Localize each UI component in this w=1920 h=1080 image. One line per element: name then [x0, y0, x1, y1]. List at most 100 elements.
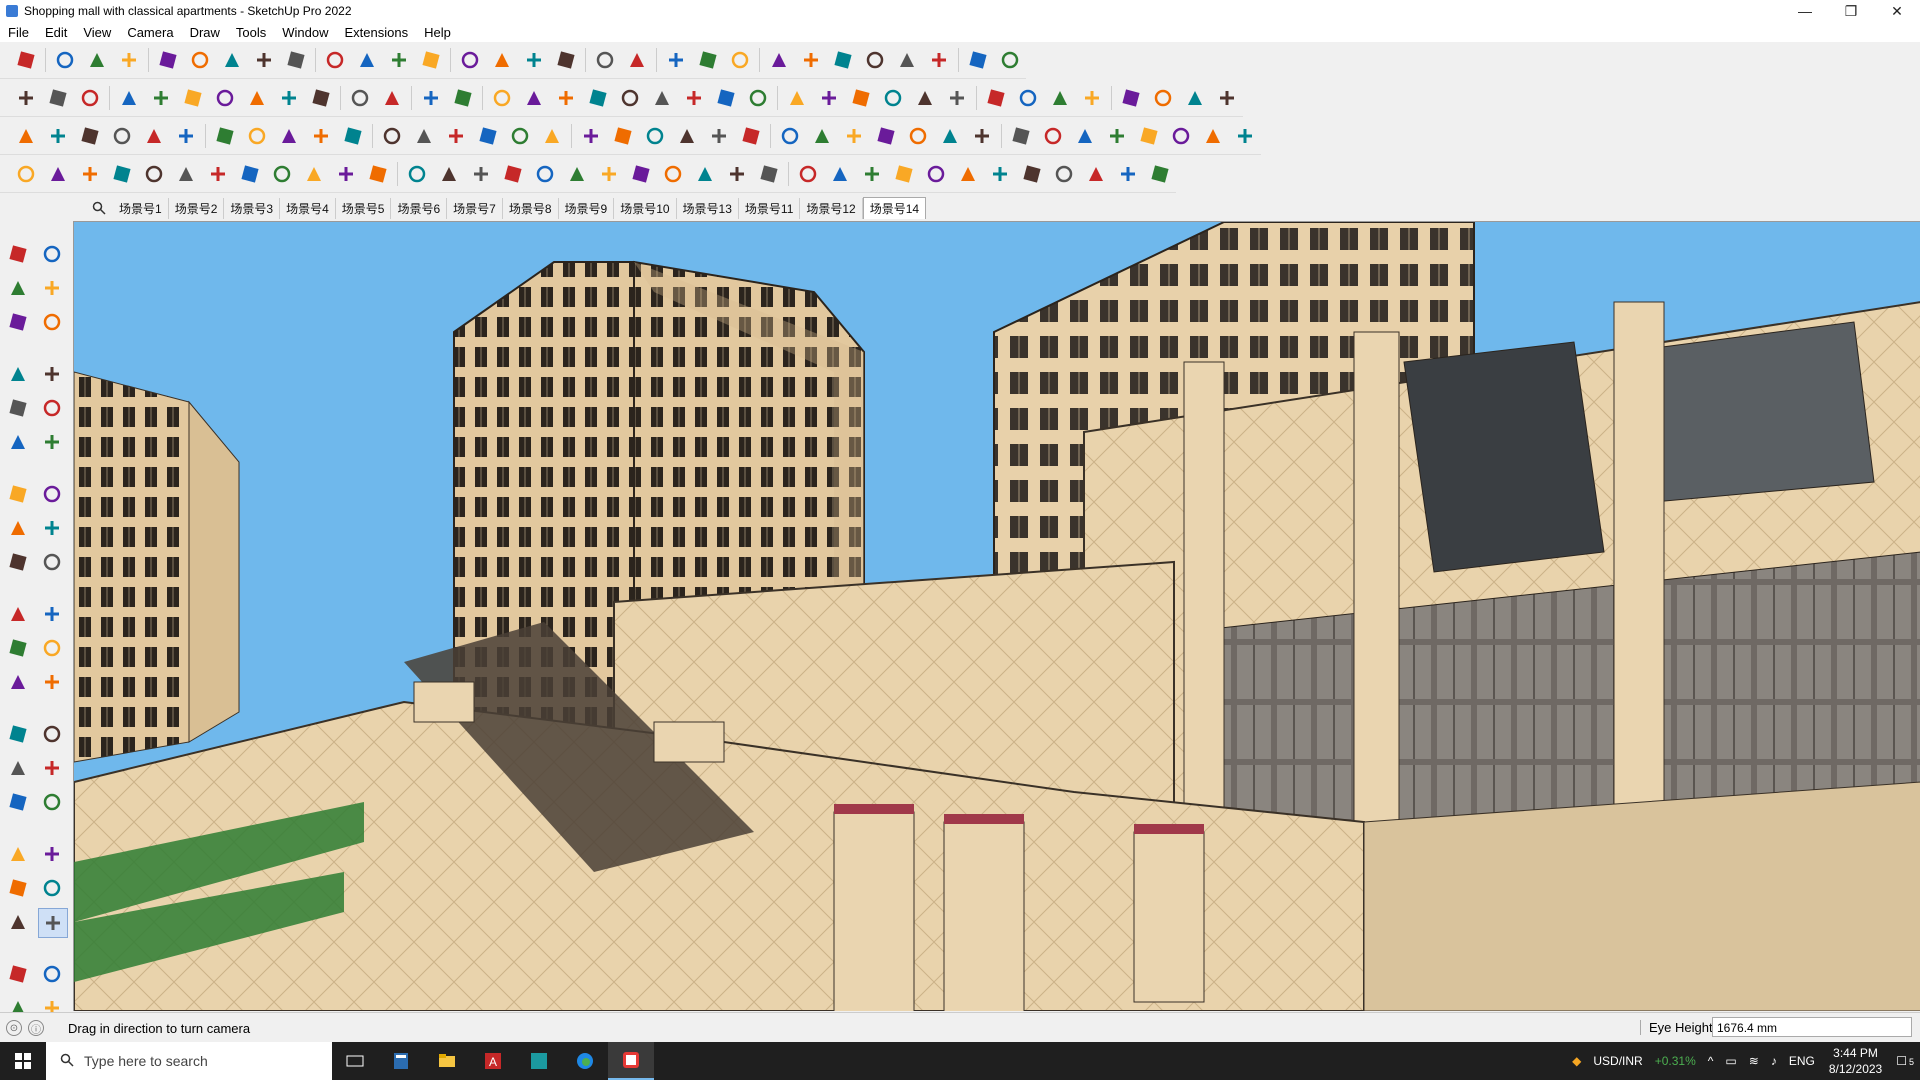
toolbar-tool-1-15-icon[interactable]: [488, 45, 516, 75]
toolbar-tool-3-6-icon[interactable]: [172, 121, 200, 151]
toolbar-tool-2-24-icon[interactable]: [783, 83, 811, 113]
toolbar-tool-2-13-icon[interactable]: [417, 83, 445, 113]
previous-view-icon[interactable]: [38, 874, 66, 902]
toolbar-tool-1-21-icon[interactable]: [694, 45, 722, 75]
toolbar-tool-1-24-icon[interactable]: [797, 45, 825, 75]
toolbar-tool-4-26-icon[interactable]: [826, 159, 854, 189]
3d-text-icon[interactable]: [38, 754, 66, 782]
scene-tab-8[interactable]: 场景号8: [503, 197, 559, 219]
toolbar-tool-4-16-icon[interactable]: [499, 159, 527, 189]
toolbar-tool-3-16-icon[interactable]: [506, 121, 534, 151]
eraser-icon[interactable]: [38, 274, 66, 302]
file-explorer-icon[interactable]: [424, 1042, 470, 1080]
toolbar-tool-1-2-icon[interactable]: [51, 45, 79, 75]
tape-measure-icon[interactable]: [38, 308, 66, 336]
toolbar-tool-2-29-icon[interactable]: [943, 83, 971, 113]
toolbar-tool-2-33-icon[interactable]: [1078, 83, 1106, 113]
3d-viewport[interactable]: [73, 221, 1920, 1011]
toolbar-tool-3-22-icon[interactable]: [705, 121, 733, 151]
toolbar-tool-3-36-icon[interactable]: [1167, 121, 1195, 151]
toolbar-tool-4-36-icon[interactable]: [1146, 159, 1174, 189]
toolbar-tool-4-17-icon[interactable]: [531, 159, 559, 189]
scene-tab-4[interactable]: 场景号4: [280, 197, 336, 219]
section-plane-icon[interactable]: [38, 960, 66, 988]
toolbar-tool-4-6-icon[interactable]: [172, 159, 200, 189]
toolbar-tool-1-12-icon[interactable]: [385, 45, 413, 75]
select-icon[interactable]: [4, 240, 32, 268]
pie-icon[interactable]: [4, 514, 32, 542]
toolbar-tool-3-9-icon[interactable]: [275, 121, 303, 151]
tape-icon[interactable]: [4, 668, 32, 696]
toolbar-tool-1-9-icon[interactable]: [282, 45, 310, 75]
edge-browser-icon[interactable]: [562, 1042, 608, 1080]
toolbar-tool-4-12-icon[interactable]: [364, 159, 392, 189]
offset-icon[interactable]: [38, 634, 66, 662]
two-point-arc-icon[interactable]: [38, 480, 66, 508]
toolbar-tool-4-32-icon[interactable]: [1018, 159, 1046, 189]
toolbar-tool-4-34-icon[interactable]: [1082, 159, 1110, 189]
toolbar-tool-1-23-icon[interactable]: [765, 45, 793, 75]
toolbar-tool-3-30-icon[interactable]: [968, 121, 996, 151]
zoom-icon[interactable]: [4, 840, 32, 868]
toolbar-tool-2-11-icon[interactable]: [346, 83, 374, 113]
follow-me-icon[interactable]: [38, 600, 66, 628]
look-around-icon[interactable]: [38, 908, 68, 938]
toolbar-tool-3-24-icon[interactable]: [776, 121, 804, 151]
polygon-icon[interactable]: [38, 428, 66, 456]
scene-tab-7[interactable]: 场景号7: [447, 197, 503, 219]
rectangle-icon[interactable]: [4, 394, 32, 422]
toolbar-tool-4-10-icon[interactable]: [300, 159, 328, 189]
toolbar-tool-4-5-icon[interactable]: [140, 159, 168, 189]
scene-tab-1[interactable]: 场景号1: [113, 197, 169, 219]
toolbar-tool-2-37-icon[interactable]: [1213, 83, 1241, 113]
toolbar-tool-2-10-icon[interactable]: [307, 83, 335, 113]
toolbar-tool-3-13-icon[interactable]: [410, 121, 438, 151]
toolbar-tool-3-10-icon[interactable]: [307, 121, 335, 151]
toolbar-tool-1-17-icon[interactable]: [552, 45, 580, 75]
toolbar-tool-4-30-icon[interactable]: [954, 159, 982, 189]
scene-tab-10[interactable]: 场景号10: [614, 197, 677, 219]
toolbar-tool-3-38-icon[interactable]: [1231, 121, 1259, 151]
toolbar-tool-1-28-icon[interactable]: [925, 45, 953, 75]
close-button[interactable]: ✕: [1874, 0, 1920, 22]
taskbar-search[interactable]: Type here to search: [46, 1042, 332, 1080]
geo-location-icon[interactable]: ⊙: [6, 1020, 22, 1036]
toolbar-tool-2-19-icon[interactable]: [616, 83, 644, 113]
toolbar-tool-2-1-icon[interactable]: [12, 83, 40, 113]
toolbar-tool-2-36-icon[interactable]: [1181, 83, 1209, 113]
toolbar-tool-3-8-icon[interactable]: [243, 121, 271, 151]
toolbar-tool-3-18-icon[interactable]: [577, 121, 605, 151]
toolbar-tool-2-28-icon[interactable]: [911, 83, 939, 113]
menu-window[interactable]: Window: [274, 25, 336, 40]
toolbar-tool-3-31-icon[interactable]: [1007, 121, 1035, 151]
toolbar-tool-4-14-icon[interactable]: [435, 159, 463, 189]
toolbar-tool-2-23-icon[interactable]: [744, 83, 772, 113]
menu-tools[interactable]: Tools: [228, 25, 274, 40]
dimension-icon[interactable]: [38, 668, 66, 696]
toolbar-tool-2-22-icon[interactable]: [712, 83, 740, 113]
text-icon[interactable]: [38, 720, 66, 748]
push-pull-icon[interactable]: [38, 548, 66, 576]
toolbar-tool-4-35-icon[interactable]: [1114, 159, 1142, 189]
toolbar-tool-2-7-icon[interactable]: [211, 83, 239, 113]
protractor-icon[interactable]: [4, 720, 32, 748]
toolbar-tool-3-21-icon[interactable]: [673, 121, 701, 151]
toolbar-tool-3-15-icon[interactable]: [474, 121, 502, 151]
walk-icon[interactable]: [4, 960, 32, 988]
battery-icon[interactable]: ▭: [1725, 1054, 1736, 1068]
toolbar-tool-4-23-icon[interactable]: [723, 159, 751, 189]
toolbar-tool-4-8-icon[interactable]: [236, 159, 264, 189]
toolbar-tool-4-3-icon[interactable]: [76, 159, 104, 189]
toolbar-tool-3-5-icon[interactable]: [140, 121, 168, 151]
toolbar-tool-2-35-icon[interactable]: [1149, 83, 1177, 113]
toolbar-tool-4-22-icon[interactable]: [691, 159, 719, 189]
toolbar-tool-2-14-icon[interactable]: [449, 83, 477, 113]
scale-icon[interactable]: [4, 634, 32, 662]
menu-help[interactable]: Help: [416, 25, 459, 40]
start-button[interactable]: [0, 1042, 46, 1080]
toolbar-tool-4-33-icon[interactable]: [1050, 159, 1078, 189]
toolbar-tool-4-24-icon[interactable]: [755, 159, 783, 189]
toolbar-tool-3-7-icon[interactable]: [211, 121, 239, 151]
position-camera-icon[interactable]: [4, 908, 32, 936]
pan-icon[interactable]: [38, 788, 66, 816]
